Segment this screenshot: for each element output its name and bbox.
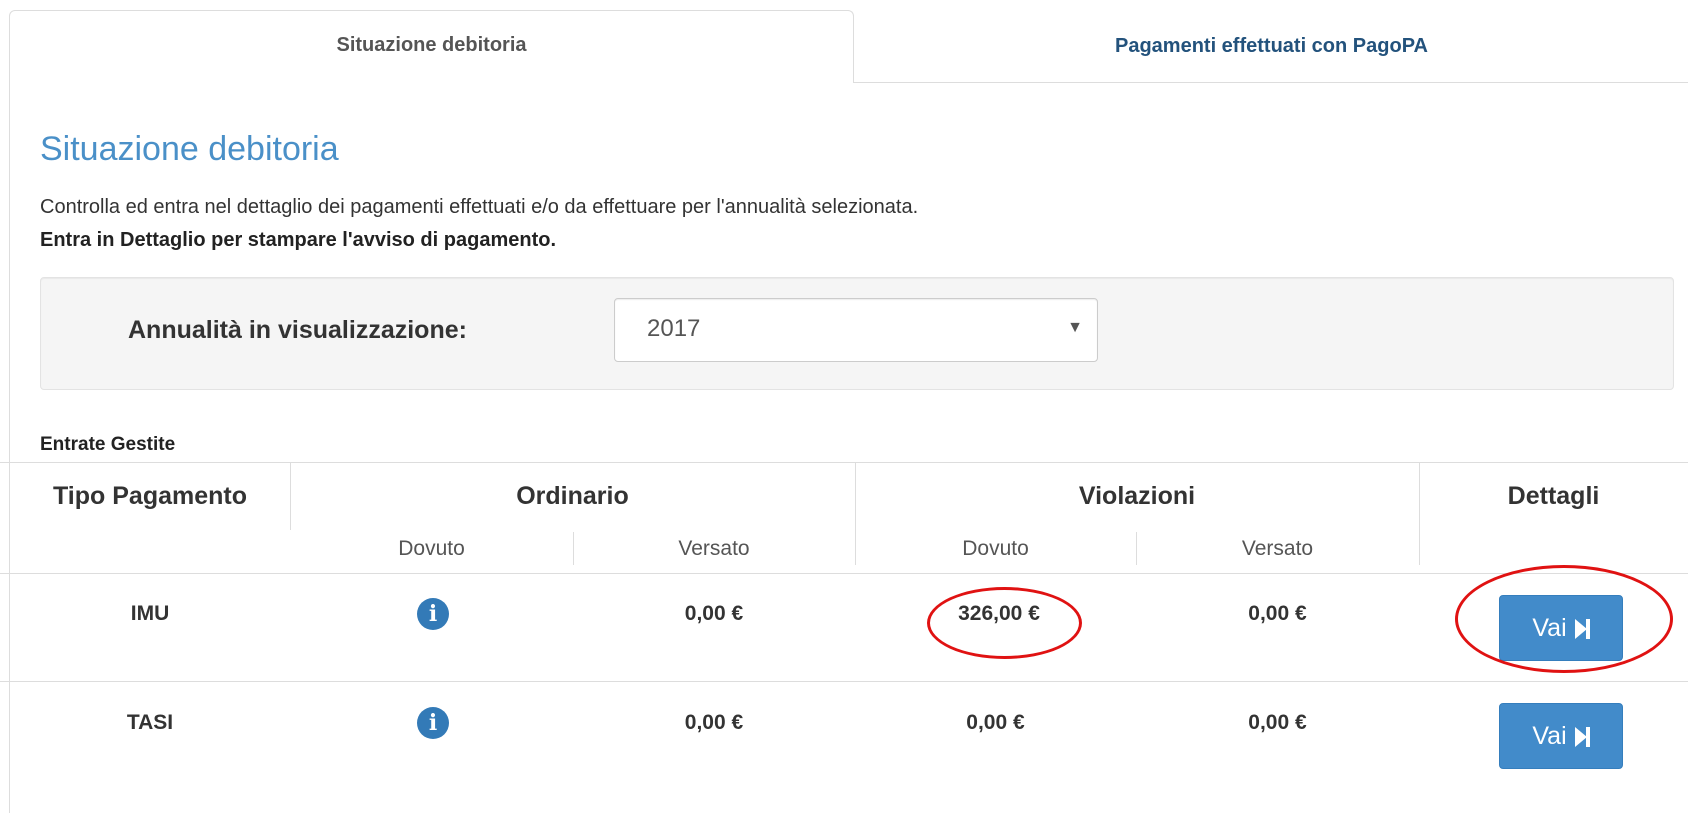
tab-pagamenti-pagopa[interactable]: Pagamenti effettuati con PagoPA bbox=[855, 10, 1688, 86]
header-violazioni: Violazioni bbox=[1078, 482, 1196, 510]
row-tasi-tipo: TASI bbox=[126, 711, 174, 734]
tab-bar: Situazione debitoria Pagamenti effettuat… bbox=[0, 0, 1688, 83]
header-ordinario: Ordinario bbox=[516, 482, 629, 510]
row-imu-tipo: IMU bbox=[130, 602, 170, 625]
vai-button-label: Vai bbox=[1532, 721, 1567, 750]
row-tasi-violazioni-versato: 0,00 € bbox=[1248, 711, 1307, 734]
tab-situazione-debitoria[interactable]: Situazione debitoria bbox=[9, 10, 854, 83]
row-tasi-violazioni-dovuto: 0,00 € bbox=[966, 711, 1025, 734]
subheader-violazioni-dovuto: Dovuto bbox=[962, 537, 1029, 560]
header-bottom-border bbox=[0, 573, 1688, 574]
header-tipo-pagamento: Tipo Pagamento bbox=[52, 482, 247, 510]
vai-button-tasi[interactable]: Vai bbox=[1499, 703, 1623, 769]
vai-button-label: Vai bbox=[1532, 613, 1567, 642]
header-dettagli: Dettagli bbox=[1507, 482, 1600, 510]
section-label: Entrate Gestite bbox=[40, 434, 176, 455]
table-top-border bbox=[0, 462, 1688, 463]
tab-baseline bbox=[853, 82, 1688, 83]
info-icon[interactable]: i bbox=[417, 707, 449, 739]
row-divider bbox=[0, 681, 1688, 682]
year-select-value: 2017 bbox=[647, 315, 701, 342]
col-divider bbox=[1419, 462, 1420, 565]
page-instruction: Entra in Dettaglio per stampare l'avviso… bbox=[40, 229, 556, 251]
row-tasi-ordinario-versato: 0,00 € bbox=[684, 711, 744, 734]
page-description: Controlla ed entra nel dettaglio dei pag… bbox=[40, 196, 919, 218]
subheader-ordinario-versato: Versato bbox=[678, 537, 750, 560]
year-select[interactable]: 2017 ▼ bbox=[614, 298, 1098, 362]
caret-down-icon: ▼ bbox=[1067, 319, 1083, 336]
vai-button-imu[interactable]: Vai bbox=[1499, 595, 1623, 661]
payments-table: Tipo Pagamento Ordinario Violazioni Dett… bbox=[0, 462, 1688, 813]
page-title: Situazione debitoria bbox=[40, 130, 339, 168]
step-forward-icon bbox=[1574, 723, 1590, 749]
row-imu-violazioni-dovuto: 326,00 € bbox=[958, 602, 1040, 625]
step-forward-icon bbox=[1574, 615, 1590, 641]
info-icon[interactable]: i bbox=[417, 598, 449, 630]
subheader-ordinario-dovuto: Dovuto bbox=[398, 537, 465, 560]
year-filter-label: Annualità in visualizzazione: bbox=[128, 316, 467, 344]
row-imu-violazioni-versato: 0,00 € bbox=[1248, 602, 1307, 625]
row-imu-ordinario-versato: 0,00 € bbox=[684, 602, 744, 625]
subheader-violazioni-versato: Versato bbox=[1241, 537, 1314, 560]
